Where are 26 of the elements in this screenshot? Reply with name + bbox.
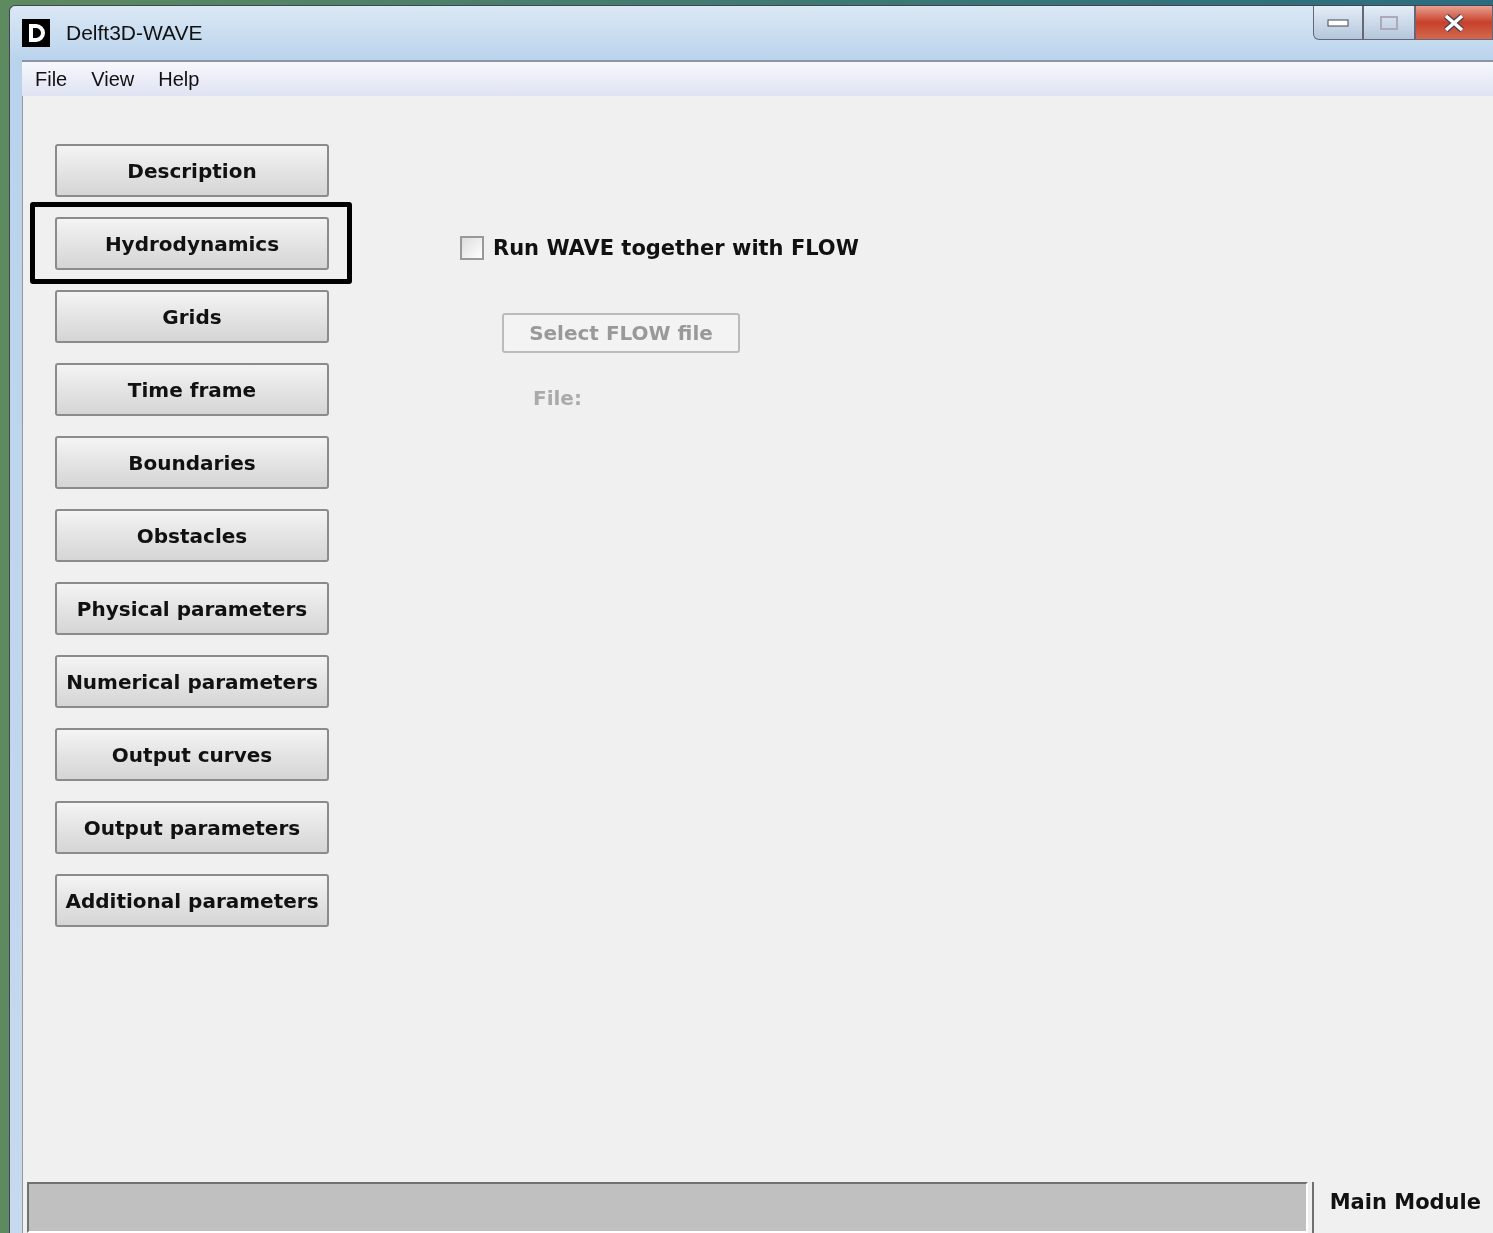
nav-button[interactable]: Obstacles [55, 509, 329, 562]
nav-button[interactable]: Boundaries [55, 436, 329, 489]
nav-button[interactable]: Physical parameters [55, 582, 329, 635]
maximize-icon [1379, 14, 1399, 31]
checkbox-label: Run WAVE together with FLOW [493, 236, 859, 260]
minimize-button[interactable] [1313, 6, 1363, 40]
window-title: Delft3D-WAVE [66, 21, 203, 45]
nav-button[interactable]: Numerical parameters [55, 655, 329, 708]
status-module: Main Module [1311, 1182, 1493, 1233]
maximize-button[interactable] [1363, 6, 1415, 40]
minimize-icon [1327, 18, 1349, 27]
app-logo-icon [22, 19, 50, 47]
close-icon [1443, 13, 1465, 32]
menu-item[interactable]: View [91, 67, 135, 91]
checkbox[interactable] [460, 236, 484, 260]
nav-button[interactable]: Grids [55, 290, 329, 343]
nav-button[interactable]: Time frame [55, 363, 329, 416]
file-label: File: [533, 386, 583, 410]
menu-item[interactable]: File [35, 67, 68, 91]
close-button[interactable] [1415, 6, 1493, 40]
nav-button[interactable]: Output parameters [55, 801, 329, 854]
menu-item[interactable]: Help [158, 67, 200, 91]
nav-button[interactable]: Output curves [55, 728, 329, 781]
nav-button[interactable]: Description [55, 144, 329, 197]
nav-button[interactable]: Additional parameters [55, 874, 329, 927]
nav-button[interactable]: Hydrodynamics [55, 217, 329, 270]
